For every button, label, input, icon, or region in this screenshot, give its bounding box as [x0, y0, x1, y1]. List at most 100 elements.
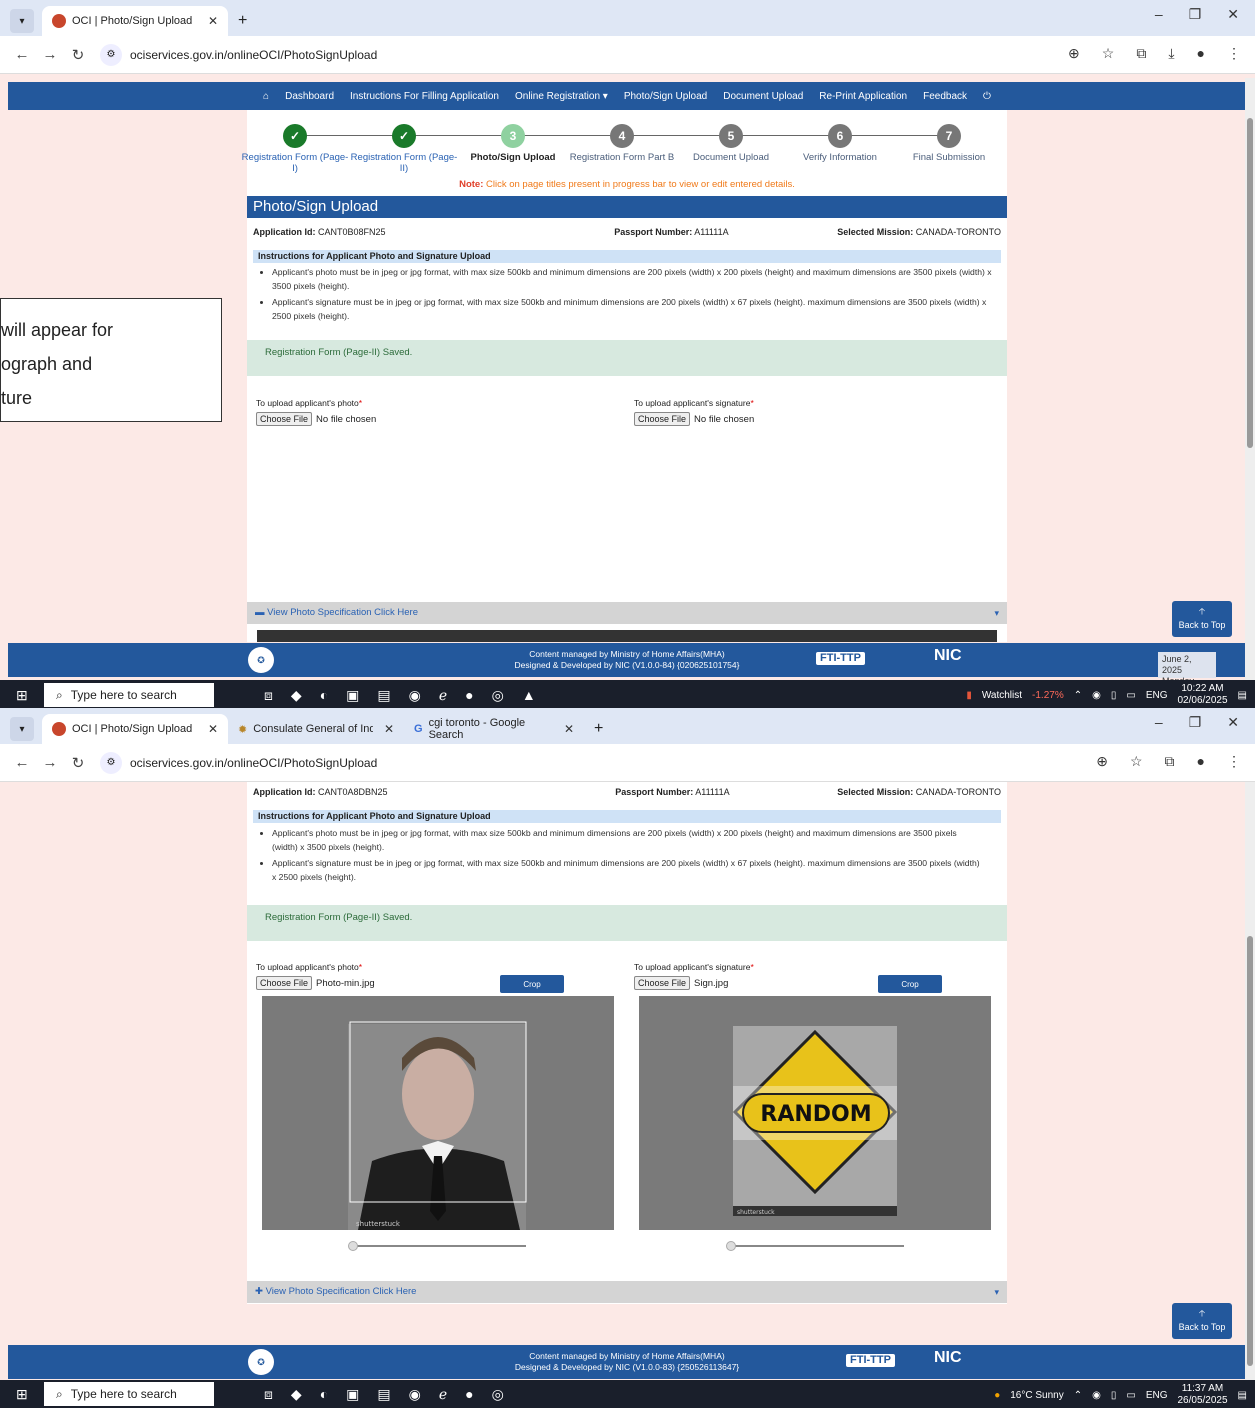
step-6[interactable]: 6 Verify Information [785, 124, 895, 163]
reload-icon[interactable]: ↻ [64, 46, 92, 64]
menu-icon[interactable]: ⋮ [1227, 45, 1241, 62]
photo-crop-area[interactable]: shutterstuck [262, 996, 614, 1230]
close-tab-icon[interactable]: ✕ [208, 14, 218, 28]
chrome-icon[interactable]: ◎ [492, 687, 504, 704]
photo-spec-link[interactable]: View Photo Specification Click Here [267, 607, 418, 618]
windows-start-icon[interactable]: ⊞ [16, 687, 28, 704]
sign-crop-button[interactable]: Crop [878, 975, 942, 993]
photo-crop-button[interactable]: Crop [500, 975, 564, 993]
tab-list-icon[interactable]: ▾ [10, 9, 34, 33]
ie-icon[interactable]: ℯ [439, 687, 447, 704]
close-tab-icon[interactable]: ✕ [384, 722, 394, 736]
slider-knob[interactable] [348, 1241, 358, 1251]
bookmark-star-icon[interactable]: ☆ [1102, 45, 1115, 62]
file-explorer-icon[interactable]: ▤ [377, 1386, 390, 1403]
step-1[interactable]: ✓ Registration Form (Page-I) [240, 124, 350, 174]
notifications-icon[interactable]: ▤ [1238, 690, 1247, 701]
photo-spec-bar[interactable]: ▬ View Photo Specification Click Here ▾ [247, 602, 1007, 624]
nav-online-registration[interactable]: Online Registration ▾ [515, 91, 608, 102]
clock[interactable]: 11:37 AM 26/05/2025 [1177, 1383, 1227, 1407]
menu-icon[interactable]: ⋮ [1227, 753, 1241, 770]
forward-icon[interactable]: → [36, 46, 64, 63]
app-icon[interactable]: ◐ [320, 687, 328, 704]
tray-chevron-icon[interactable]: ⌃ [1074, 690, 1082, 701]
firefox-icon[interactable]: ● [465, 687, 473, 704]
language-indicator[interactable]: ENG [1146, 690, 1168, 701]
restore-icon[interactable]: ❐ [1189, 6, 1202, 23]
scrollbar-thumb[interactable] [1247, 118, 1253, 448]
scrollbar[interactable] [1245, 78, 1255, 680]
url-field[interactable]: ⚙ ociservices.gov.in/onlineOCI/PhotoSign… [100, 41, 377, 69]
display-icon[interactable]: ▭ [1126, 690, 1135, 701]
tray-chevron-icon[interactable]: ⌃ [1074, 1390, 1082, 1401]
acrobat-icon[interactable]: ▲ [522, 687, 536, 704]
task-view-icon[interactable]: ⧈ [264, 687, 273, 704]
photo-zoom-slider[interactable] [348, 1241, 526, 1251]
site-info-icon[interactable]: ⚙ [100, 751, 122, 774]
signature-crop-area[interactable]: RANDOM shutterstuck [639, 996, 991, 1230]
close-window-icon[interactable]: ✕ [1227, 714, 1239, 731]
ie-icon[interactable]: ℯ [439, 1386, 447, 1403]
close-tab-icon[interactable]: ✕ [208, 722, 218, 736]
display-icon[interactable]: ▭ [1126, 1390, 1135, 1401]
home-icon[interactable]: ⌂ [263, 91, 269, 102]
outlook-icon[interactable]: ▣ [346, 1386, 359, 1403]
chrome-icon[interactable]: ◎ [492, 1386, 504, 1403]
file-explorer-icon[interactable]: ▤ [377, 687, 390, 704]
scrollbar-thumb[interactable] [1247, 936, 1253, 1366]
logout-icon[interactable]: ⏻ [983, 91, 991, 102]
sign-choose-file-button[interactable]: Choose File [634, 412, 691, 426]
bookmark-star-icon[interactable]: ☆ [1130, 753, 1143, 770]
watchlist-label[interactable]: Watchlist [982, 690, 1022, 701]
network-icon[interactable]: ◉ [1092, 690, 1101, 701]
forward-icon[interactable]: → [36, 754, 64, 771]
site-info-icon[interactable]: ⚙ [100, 43, 122, 66]
signature-zoom-slider[interactable] [726, 1241, 904, 1251]
app-icon[interactable]: ◐ [320, 1386, 328, 1403]
edge-icon[interactable]: ◉ [409, 687, 421, 704]
zoom-icon[interactable]: ⊕ [1068, 45, 1080, 62]
extensions-icon[interactable]: ⧉ [1136, 45, 1146, 62]
nav-photo-sign-upload[interactable]: Photo/Sign Upload [624, 91, 707, 102]
outlook-icon[interactable]: ▣ [346, 687, 359, 704]
photo-file-input[interactable]: Choose File No file chosen [256, 412, 376, 426]
slider-knob[interactable] [726, 1241, 736, 1251]
back-icon[interactable]: ← [8, 46, 36, 63]
back-to-top-button[interactable]: 🡡 Back to Top [1172, 601, 1232, 637]
firefox-icon[interactable]: ● [465, 1386, 473, 1403]
step-4[interactable]: 4 Registration Form Part B [567, 124, 677, 163]
url-field[interactable]: ⚙ ociservices.gov.in/onlineOCI/PhotoSign… [100, 749, 377, 777]
download-icon[interactable]: ⤓ [1168, 45, 1174, 62]
weather-label[interactable]: 16°C Sunny [1010, 1390, 1063, 1401]
signature-file-input[interactable]: Choose File Sign.jpg [634, 976, 728, 990]
close-window-icon[interactable]: ✕ [1227, 6, 1239, 23]
close-tab-icon[interactable]: ✕ [564, 722, 574, 736]
battery-icon[interactable]: ▯ [1111, 690, 1117, 701]
step-7[interactable]: 7 Final Submission [894, 124, 1004, 163]
back-icon[interactable]: ← [8, 754, 36, 771]
task-view-icon[interactable]: ⧈ [264, 1386, 273, 1403]
profile-avatar[interactable]: ● [1197, 45, 1205, 62]
minimize-icon[interactable]: – [1155, 714, 1163, 731]
tab-google[interactable]: G cgi toronto - Google Search ✕ [404, 714, 584, 744]
photo-choose-file-button[interactable]: Choose File [256, 976, 313, 990]
tab-list-icon[interactable]: ▾ [10, 717, 34, 741]
photo-spec-link[interactable]: View Photo Specification Click Here [266, 1286, 417, 1297]
photo-spec-bar[interactable]: ✚ View Photo Specification Click Here ▾ [247, 1281, 1007, 1303]
nav-instructions[interactable]: Instructions For Filling Application [350, 91, 499, 102]
profile-avatar[interactable]: ● [1197, 753, 1205, 770]
reload-icon[interactable]: ↻ [64, 754, 92, 772]
minimize-icon[interactable]: – [1155, 6, 1163, 23]
new-tab-button[interactable]: + [584, 714, 613, 744]
edge-icon[interactable]: ◉ [409, 1386, 421, 1403]
nav-document-upload[interactable]: Document Upload [723, 91, 803, 102]
tab-oci[interactable]: OCI | Photo/Sign Upload ✕ [42, 6, 228, 36]
new-tab-button[interactable]: + [228, 6, 257, 36]
clock[interactable]: 10:22 AM 02/06/2025 [1177, 683, 1227, 707]
extensions-icon[interactable]: ⧉ [1165, 753, 1175, 770]
network-icon[interactable]: ◉ [1092, 1390, 1101, 1401]
taskbar-search[interactable]: ⌕ Type here to search [44, 1382, 214, 1406]
nav-feedback[interactable]: Feedback [923, 91, 967, 102]
restore-icon[interactable]: ❐ [1189, 714, 1202, 731]
photo-choose-file-button[interactable]: Choose File [256, 412, 313, 426]
